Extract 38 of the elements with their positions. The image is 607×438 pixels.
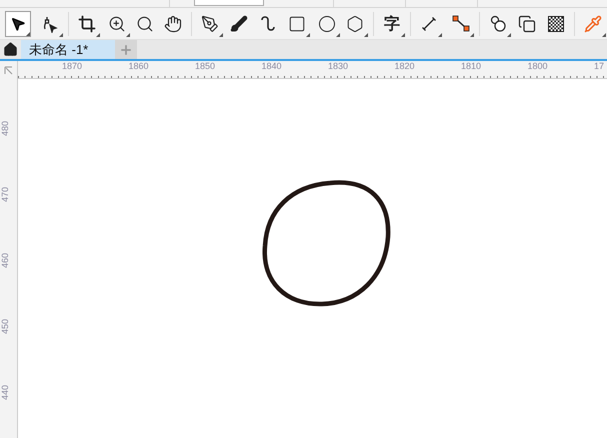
ruler-label: 440 <box>1 385 10 400</box>
node-edit-icon <box>41 14 59 32</box>
hexagon-icon <box>346 14 364 32</box>
ruler-label: 1860 <box>128 62 149 71</box>
plus-icon <box>119 42 133 56</box>
document-tab[interactable]: 未命名 -1* <box>21 40 115 59</box>
pointer-tool[interactable] <box>5 10 31 36</box>
ruler-label: 450 <box>1 319 10 334</box>
ruler-label: 470 <box>1 187 10 202</box>
home-icon <box>3 42 18 57</box>
ruler-label: 1870 <box>62 62 82 71</box>
blend-icon <box>489 14 507 32</box>
ruler-label: 1800 <box>528 62 548 71</box>
eyedropper-icon <box>584 14 602 32</box>
ruler-label: 1840 <box>262 62 282 71</box>
connector-icon <box>452 14 470 32</box>
zoom-icon <box>108 14 126 32</box>
hand-icon <box>164 14 182 32</box>
curve-icon <box>259 14 277 32</box>
checkerboard-icon <box>548 16 564 32</box>
ruler-label: 1810 <box>461 62 482 71</box>
shadow-icon <box>518 14 536 32</box>
ruler-label: 1830 <box>328 62 348 71</box>
ruler-label: 480 <box>1 121 10 136</box>
search-icon <box>136 14 154 32</box>
crop-icon <box>78 14 96 32</box>
brush-icon <box>230 14 248 32</box>
circle-icon <box>318 14 336 32</box>
square-icon <box>288 14 306 32</box>
origin-icon <box>4 66 13 74</box>
pen-nib-icon <box>201 14 219 32</box>
ruler-label: 460 <box>1 253 10 268</box>
line-icon <box>421 16 437 32</box>
ruler-label: 1820 <box>394 62 415 71</box>
value-field[interactable] <box>194 0 264 6</box>
pointer-icon <box>10 16 26 32</box>
ruler-label: 17 <box>594 62 604 71</box>
ruler-label: 1850 <box>195 62 216 71</box>
